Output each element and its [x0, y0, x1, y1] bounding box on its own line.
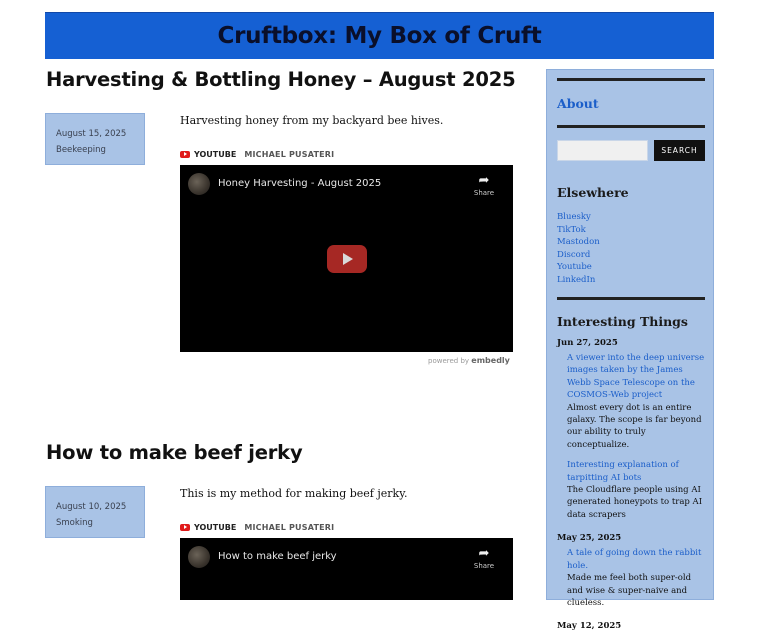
- entry-link[interactable]: A tale of going down the rabbit hole.: [567, 547, 707, 572]
- link-tiktok[interactable]: TikTok: [557, 225, 586, 235]
- link-linkedin[interactable]: LinkedIn: [557, 275, 595, 285]
- video-player[interactable]: How to make beef jerky ➦ Share: [180, 538, 513, 600]
- post-title[interactable]: How to make beef jerky: [46, 441, 303, 464]
- entry-note: Made me feel both super-old and wise & s…: [567, 573, 692, 608]
- link-bluesky[interactable]: Bluesky: [557, 212, 591, 222]
- elsewhere-links: Bluesky TikTok Mastodon Discord Youtube …: [557, 211, 600, 287]
- share-arrow-icon: ➦: [478, 546, 490, 561]
- entry-note: Almost every dot is an entire galaxy. Th…: [567, 402, 702, 450]
- site-title[interactable]: Cruftbox: My Box of Cruft: [218, 23, 542, 49]
- list-item: TikTok: [557, 224, 600, 237]
- powered-prefix: powered by: [428, 357, 470, 365]
- channel-avatar[interactable]: [188, 546, 210, 568]
- post-date[interactable]: August 10, 2025: [56, 499, 144, 515]
- embed-provider: YOUTUBE: [194, 522, 237, 532]
- post-date[interactable]: August 15, 2025: [56, 126, 144, 142]
- post-meta: August 10, 2025 Smoking: [45, 486, 145, 538]
- post-meta: August 15, 2025 Beekeeping: [45, 113, 145, 165]
- post-category[interactable]: Smoking: [56, 515, 144, 531]
- channel-avatar[interactable]: [188, 173, 210, 195]
- link-discord[interactable]: Discord: [557, 250, 590, 260]
- divider: [557, 125, 705, 128]
- list-item: Discord: [557, 249, 600, 262]
- divider: [557, 297, 705, 300]
- search-button[interactable]: Search: [654, 140, 705, 161]
- list-item: A viewer into the deep universe images t…: [567, 352, 707, 451]
- list-item: A tale of going down the rabbit hole. Ma…: [567, 547, 707, 609]
- share-button[interactable]: ➦ Share: [469, 546, 499, 570]
- youtube-icon: [180, 150, 190, 158]
- youtube-icon: [180, 523, 190, 531]
- video-player[interactable]: Honey Harvesting - August 2025 ➦ Share: [180, 165, 513, 352]
- post-category[interactable]: Beekeeping: [56, 142, 144, 158]
- sidebar: About Search Elsewhere Bluesky TikTok Ma…: [546, 69, 714, 631]
- list-item: Youtube: [557, 261, 600, 274]
- embed-author[interactable]: MICHAEL PUSATERI: [244, 150, 334, 159]
- post-excerpt: Harvesting honey from my backyard bee hi…: [180, 114, 444, 127]
- entry-link[interactable]: Interesting explanation of tarpitting AI…: [567, 459, 707, 484]
- entry-note: The Cloudflare people using AI generated…: [567, 485, 703, 520]
- entry-date: Jun 27, 2025: [557, 338, 618, 348]
- entry-date: May 25, 2025: [557, 533, 622, 544]
- elsewhere-title: Elsewhere: [557, 185, 629, 200]
- embed-author[interactable]: MICHAEL PUSATERI: [244, 523, 334, 532]
- share-button[interactable]: ➦ Share: [469, 173, 499, 197]
- interesting-list: Jun 27, 2025 A viewer into the deep univ…: [557, 338, 707, 635]
- site-header: Cruftbox: My Box of Cruft: [45, 12, 714, 59]
- post-title[interactable]: Harvesting & Bottling Honey – August 202…: [46, 68, 516, 91]
- share-label: Share: [473, 562, 495, 570]
- search-input[interactable]: [557, 140, 648, 161]
- entry-link[interactable]: A viewer into the deep universe images t…: [567, 352, 707, 402]
- embed-source: YOUTUBE MICHAEL PUSATERI: [180, 521, 334, 533]
- share-label: Share: [473, 189, 495, 197]
- divider: [557, 78, 705, 81]
- list-item: Bluesky: [557, 211, 600, 224]
- link-mastodon[interactable]: Mastodon: [557, 237, 600, 247]
- list-item: Mastodon: [557, 236, 600, 249]
- post-excerpt: This is my method for making beef jerky.: [180, 487, 408, 500]
- powered-brand: embedly: [471, 356, 510, 365]
- share-arrow-icon: ➦: [478, 173, 490, 188]
- play-icon[interactable]: [327, 245, 367, 273]
- entry-date: May 12, 2025: [557, 621, 622, 632]
- link-youtube[interactable]: Youtube: [557, 262, 592, 272]
- about-title[interactable]: About: [557, 96, 599, 111]
- powered-by-embedly[interactable]: powered by embedly: [428, 356, 510, 365]
- list-item: LinkedIn: [557, 274, 600, 287]
- interesting-title: Interesting Things: [557, 314, 688, 329]
- embed-provider: YOUTUBE: [194, 149, 237, 159]
- video-title[interactable]: How to make beef jerky: [218, 551, 337, 562]
- embed-source: YOUTUBE MICHAEL PUSATERI: [180, 148, 334, 160]
- list-item: Interesting explanation of tarpitting AI…: [567, 459, 707, 521]
- video-title[interactable]: Honey Harvesting - August 2025: [218, 178, 381, 189]
